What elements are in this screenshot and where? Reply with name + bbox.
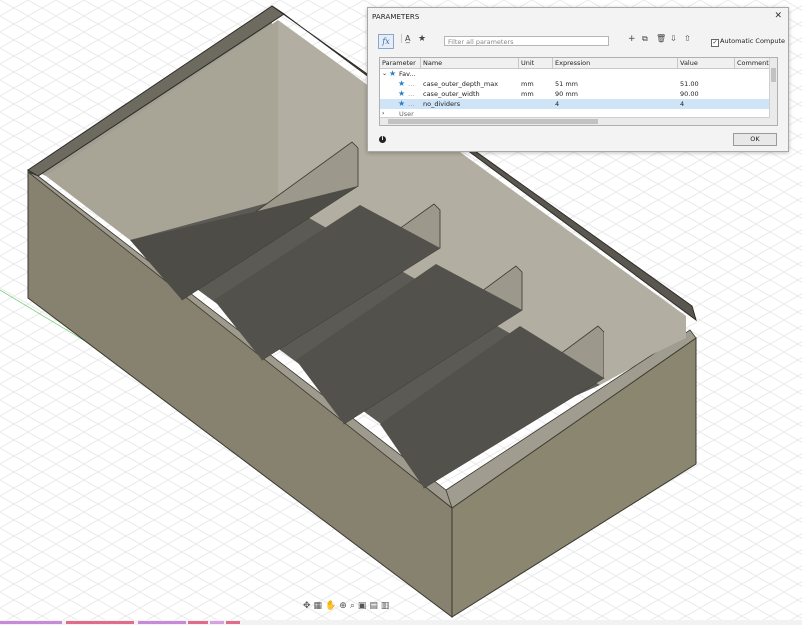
timeline-segment[interactable] — [0, 621, 62, 624]
zoom-icon[interactable]: ⊕ — [339, 601, 350, 611]
filter-input[interactable]: Filter all parameters — [444, 36, 609, 46]
star-icon: ★ — [389, 69, 397, 78]
copy-icon[interactable]: ⧉ — [642, 34, 648, 44]
function-icon[interactable]: fx — [378, 34, 394, 49]
check-icon: ✓ — [711, 39, 719, 47]
ellipsis: … — [408, 80, 415, 88]
horizontal-scrollbar[interactable] — [380, 117, 770, 125]
param-expression[interactable]: 4 — [555, 99, 559, 109]
col-header-parameter[interactable]: Parameter — [380, 58, 421, 69]
import-icon[interactable]: ⇩ — [670, 34, 677, 43]
timeline-segment[interactable] — [188, 621, 208, 624]
param-value: 90.00 — [680, 90, 699, 98]
parameters-table[interactable]: Parameter Name Unit Expression Value Com… — [379, 57, 778, 126]
param-value: 51.00 — [680, 80, 699, 88]
timeline-segment[interactable] — [210, 621, 224, 624]
table-row-selected[interactable]: ★ … no_dividers 4 4 — [380, 99, 770, 109]
group-row-user[interactable]: › User — [380, 109, 770, 117]
chevron-down-icon[interactable]: ⌄ — [382, 69, 387, 79]
favorite-star-icon[interactable]: ★ — [398, 79, 405, 89]
navigation-bar: ✥▦✋⊕⌕▣▤▥ — [303, 601, 392, 615]
scroll-thumb[interactable] — [388, 119, 598, 124]
scroll-thumb[interactable] — [771, 68, 776, 82]
param-unit: mm — [521, 90, 534, 98]
vertical-scrollbar[interactable] — [769, 58, 777, 125]
param-expression[interactable]: 90 mm — [555, 89, 578, 99]
col-header-unit[interactable]: Unit — [519, 58, 553, 69]
col-header-expression[interactable]: Expression — [553, 58, 678, 69]
export-icon[interactable]: ⇧ — [684, 34, 691, 43]
separator: | — [400, 34, 404, 44]
text-format-icon[interactable]: A̲ — [405, 34, 410, 43]
dialog-title: PARAMETERS — [372, 13, 420, 21]
display-settings-icon[interactable]: ▣ — [358, 601, 370, 611]
param-name: case_outer_width — [423, 90, 480, 98]
col-header-comments[interactable]: Comments — [735, 58, 772, 69]
favorite-star-icon[interactable]: ★ — [398, 89, 405, 99]
add-icon[interactable]: + — [628, 34, 636, 44]
delete-icon[interactable]: 🗑 — [656, 34, 666, 43]
timeline-segment[interactable] — [138, 621, 186, 624]
group-row-favorites[interactable]: ⌄ ★ Fav... — [380, 69, 770, 79]
col-header-name[interactable]: Name — [421, 58, 519, 69]
favorite-star-icon[interactable]: ★ — [398, 99, 405, 109]
group-label: Fav... — [399, 70, 416, 78]
orbit-icon[interactable]: ✥ — [303, 601, 314, 611]
fit-icon[interactable]: ⌕ — [350, 601, 358, 611]
grid-settings-icon[interactable]: ▤ — [369, 601, 381, 611]
ellipsis: … — [408, 100, 415, 108]
ok-button[interactable]: OK — [733, 133, 777, 146]
group-label: User — [399, 110, 414, 117]
close-icon[interactable]: ✕ — [774, 11, 782, 21]
look-at-icon[interactable]: ▦ — [314, 601, 326, 611]
timeline-segment[interactable] — [226, 621, 240, 624]
col-header-value[interactable]: Value — [678, 58, 735, 69]
pan-icon[interactable]: ✋ — [325, 601, 339, 611]
automatic-compute-checkbox[interactable]: ✓ Automatic Compute — [711, 37, 785, 47]
viewport-icon[interactable]: ▥ — [381, 601, 393, 611]
param-unit: mm — [521, 80, 534, 88]
table-row[interactable]: ★ … case_outer_depth_max mm 51 mm 51.00 — [380, 79, 770, 89]
ellipsis: … — [408, 90, 415, 98]
param-expression[interactable]: 51 mm — [555, 79, 578, 89]
info-icon[interactable]: i — [379, 136, 386, 143]
param-value: 4 — [680, 100, 685, 108]
param-name: no_dividers — [423, 100, 461, 108]
chevron-right-icon[interactable]: › — [382, 109, 384, 117]
automatic-compute-label: Automatic Compute — [720, 37, 786, 45]
param-name: case_outer_depth_max — [423, 80, 499, 88]
parameters-dialog[interactable]: PARAMETERS ✕ fx | A̲ ★ Filter all parame… — [367, 7, 789, 152]
timeline-segment[interactable] — [66, 621, 134, 624]
table-row[interactable]: ★ … case_outer_width mm 90 mm 90.00 — [380, 89, 770, 99]
star-icon[interactable]: ★ — [418, 34, 426, 44]
